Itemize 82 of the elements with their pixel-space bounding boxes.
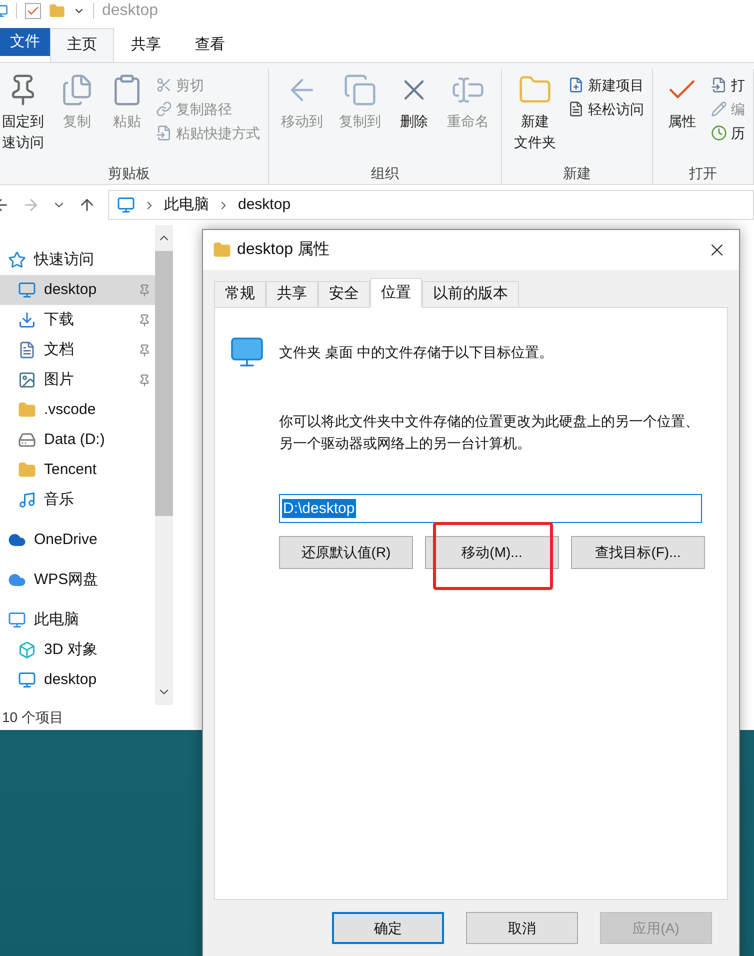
ribbon-tab[interactable]: 共享	[114, 28, 178, 62]
new-item-icon	[568, 77, 584, 93]
dialog-button[interactable]: 确定	[332, 912, 444, 944]
ribbon-button[interactable]: 属性	[661, 69, 703, 159]
nav-item[interactable]: 文档	[0, 335, 155, 365]
nav-item[interactable]: desktop	[0, 665, 155, 695]
dialog-tab[interactable]: 位置	[370, 278, 422, 308]
dialog-tab[interactable]: 共享	[266, 281, 318, 308]
pin-icon	[138, 344, 151, 356]
group-label: 剪贴板	[107, 164, 151, 183]
action-button[interactable]: 还原默认值(R)	[279, 536, 413, 569]
music-note-icon	[18, 491, 36, 509]
dialog-tab[interactable]: 安全	[318, 281, 370, 308]
ribbon-button[interactable]: 固定到 速访问	[0, 69, 48, 159]
document-icon	[18, 341, 36, 359]
dialog-tab[interactable]: 以前的版本	[422, 281, 519, 308]
ribbon-tab[interactable]: 查看	[178, 28, 242, 62]
ribbon-button[interactable]: 新建 文件夹	[510, 69, 560, 159]
ribbon-button[interactable]: 打	[711, 73, 745, 97]
monitor-icon	[18, 281, 36, 299]
cloud-icon	[8, 571, 26, 589]
nav-item[interactable]: Data (D:)	[0, 425, 155, 455]
history-icon	[711, 125, 727, 141]
description-text: 你可以将此文件夹中文件存储的位置更改为此硬盘上的另一个位置、另一个驱动器或网络上的另一台计算机。	[279, 412, 699, 453]
download-icon	[18, 311, 36, 329]
ribbon-tab[interactable]: 主页	[50, 28, 114, 62]
action-button[interactable]: 移动(M)...	[425, 536, 559, 569]
image-icon	[18, 371, 36, 389]
monitor-icon	[18, 671, 36, 689]
dialog-tab[interactable]: 常规	[214, 281, 266, 308]
cloud-icon	[8, 531, 26, 549]
copy-icon	[60, 73, 94, 107]
shortcut-icon	[156, 125, 172, 141]
copy-to-icon	[343, 73, 377, 107]
checkmark-icon[interactable]	[25, 3, 41, 19]
summary-text: 文件夹 桌面 中的文件存储于以下目标位置。	[279, 342, 553, 362]
monitor-icon	[117, 196, 135, 214]
ribbon-button[interactable]: 新建项目	[568, 73, 644, 97]
up-icon[interactable]	[78, 196, 96, 214]
dialog-title: desktop 属性	[237, 240, 330, 260]
pin-icon	[138, 314, 151, 326]
ribbon-button[interactable]: 轻松访问	[568, 97, 644, 121]
nav-item[interactable]: Tencent	[0, 455, 155, 485]
group-label: 打开	[688, 164, 718, 183]
group-label: 组织	[370, 164, 400, 183]
breadcrumb[interactable]: desktop	[238, 194, 291, 216]
dialog-button[interactable]: 取消	[466, 912, 578, 944]
ribbon-button[interactable]: 删除	[393, 69, 435, 159]
nav-item[interactable]: 此电脑	[0, 605, 155, 635]
scissors-icon	[156, 77, 172, 93]
cube-icon	[18, 641, 36, 659]
nav-item[interactable]: OneDrive	[0, 525, 155, 555]
address-field[interactable]: 此电脑 desktop	[108, 190, 754, 220]
nav-item[interactable]: desktop	[0, 275, 155, 305]
link-icon	[156, 101, 172, 117]
folder-icon	[18, 401, 36, 419]
scrollbar[interactable]	[155, 225, 173, 705]
nav-item[interactable]: 音乐	[0, 485, 155, 515]
star-icon	[8, 251, 26, 269]
nav-item[interactable]: 3D 对象	[0, 635, 155, 665]
nav-item[interactable]: 快速访问	[0, 245, 155, 275]
pin-icon	[138, 374, 151, 386]
folder-icon	[18, 461, 36, 479]
nav-item[interactable]: 下载	[0, 305, 155, 335]
action-button[interactable]: 查找目标(F)...	[571, 536, 705, 569]
path-field[interactable]: D:\desktop	[279, 494, 702, 523]
nav-item[interactable]: 图片	[0, 365, 155, 395]
status-text: 10 个项目	[2, 708, 64, 727]
nav-item[interactable]: WPS网盘	[0, 565, 155, 595]
nav-item[interactable]: .vscode	[0, 395, 155, 425]
computer-icon	[8, 611, 26, 629]
breadcrumb[interactable]: 此电脑	[164, 194, 209, 216]
edit-icon	[711, 101, 727, 117]
ribbon-button[interactable]: 历	[711, 121, 745, 145]
window-title: desktop	[102, 1, 158, 21]
ribbon-tab[interactable]: 文件	[0, 28, 50, 56]
drive-icon	[18, 431, 36, 449]
document-icon	[568, 101, 584, 117]
pin-icon	[138, 284, 151, 296]
group-label: 新建	[562, 164, 592, 183]
folder-icon	[213, 241, 231, 259]
open-icon	[711, 77, 727, 93]
